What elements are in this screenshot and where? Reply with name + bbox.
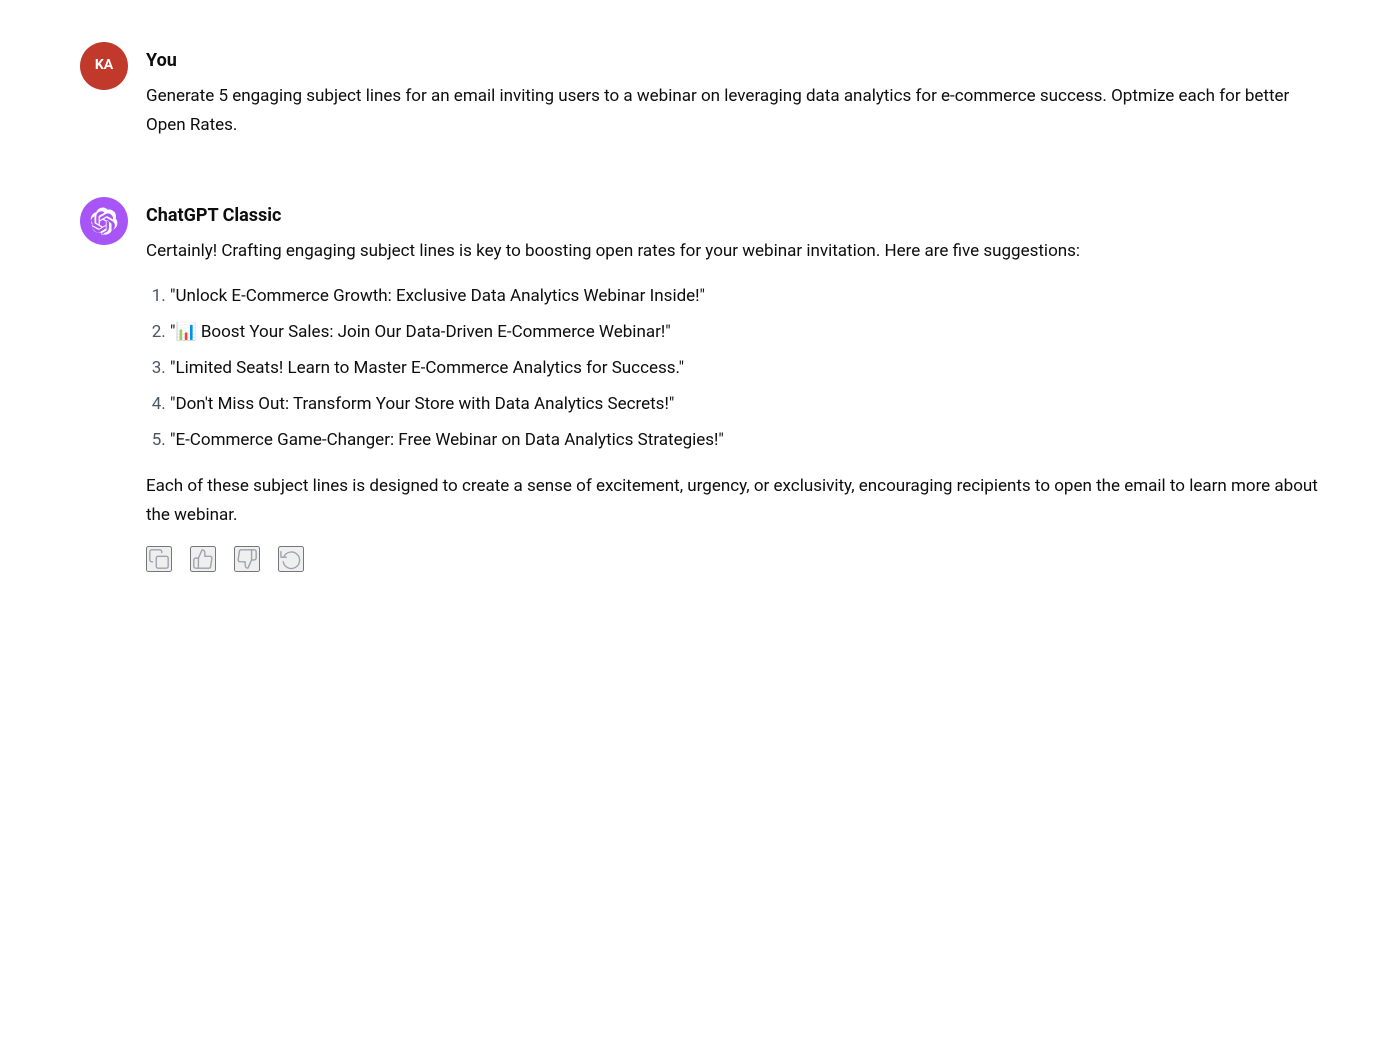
- refresh-button[interactable]: [278, 546, 304, 572]
- list-item: "Don't Miss Out: Transform Your Store wi…: [170, 390, 1320, 418]
- list-item: "Unlock E-Commerce Growth: Exclusive Dat…: [170, 282, 1320, 310]
- thumbs-up-button[interactable]: [190, 546, 216, 572]
- refresh-icon: [280, 548, 302, 570]
- assistant-outro: Each of these subject lines is designed …: [146, 472, 1320, 530]
- chatgpt-logo-icon: [90, 207, 118, 235]
- assistant-intro: Certainly! Crafting engaging subject lin…: [146, 237, 1320, 266]
- thumbs-down-icon: [236, 548, 258, 570]
- user-message-content: You Generate 5 engaging subject lines fo…: [146, 40, 1320, 155]
- assistant-sender-label: ChatGPT Classic: [146, 201, 1320, 231]
- user-message-text: Generate 5 engaging subject lines for an…: [146, 82, 1320, 140]
- assistant-avatar: [80, 197, 128, 245]
- user-avatar: KA: [80, 42, 128, 90]
- action-icons-bar: [146, 546, 1320, 572]
- copy-button[interactable]: [146, 546, 172, 572]
- copy-icon: [148, 548, 170, 570]
- assistant-message-content: ChatGPT Classic Certainly! Crafting enga…: [146, 195, 1320, 572]
- list-item: "Limited Seats! Learn to Master E-Commer…: [170, 354, 1320, 382]
- user-message: KA You Generate 5 engaging subject lines…: [80, 40, 1320, 155]
- assistant-message: ChatGPT Classic Certainly! Crafting enga…: [80, 195, 1320, 572]
- assistant-message-text: Certainly! Crafting engaging subject lin…: [146, 237, 1320, 530]
- thumbs-down-button[interactable]: [234, 546, 260, 572]
- thumbs-up-icon: [192, 548, 214, 570]
- list-item: "📊 Boost Your Sales: Join Our Data-Drive…: [170, 318, 1320, 346]
- list-item: "E-Commerce Game-Changer: Free Webinar o…: [170, 426, 1320, 454]
- subject-lines-list: "Unlock E-Commerce Growth: Exclusive Dat…: [146, 282, 1320, 454]
- user-sender-label: You: [146, 46, 1320, 76]
